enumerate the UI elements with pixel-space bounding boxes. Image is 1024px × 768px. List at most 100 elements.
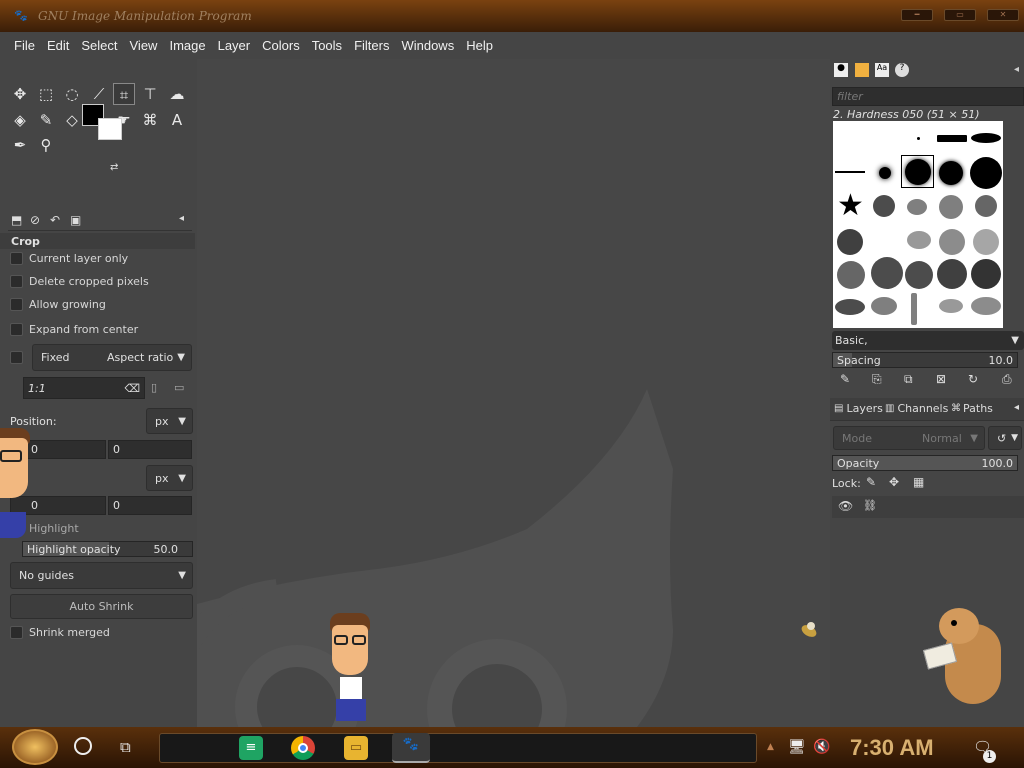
fonts-tab-icon[interactable]: Aa (875, 63, 889, 77)
lock-position-icon[interactable]: ✥ (889, 475, 899, 489)
menu-select[interactable]: Select (75, 38, 123, 53)
sheets-app-icon[interactable]: ≡ (239, 736, 263, 760)
menu-view[interactable]: View (124, 38, 164, 53)
menu-tools[interactable]: Tools (306, 38, 348, 53)
lock-alpha-icon[interactable]: ▦ (913, 475, 924, 489)
cartoon-character-image (326, 613, 374, 723)
paintbrush-tool-icon[interactable]: ✎ (35, 109, 57, 131)
swap-colors-icon[interactable]: ⇄ (110, 162, 118, 173)
shrink-merged-checkbox[interactable]: Shrink merged (10, 626, 110, 639)
undo-history-tab-icon[interactable]: ↶ (50, 213, 60, 227)
menu-colors[interactable]: Colors (256, 38, 306, 53)
menu-filters[interactable]: Filters (348, 38, 395, 53)
color-picker-tool-icon[interactable]: ✒ (9, 134, 31, 156)
allow-growing-checkbox[interactable]: Allow growing (10, 298, 106, 311)
menu-image[interactable]: Image (163, 38, 211, 53)
guides-combo[interactable]: No guides ▼ (10, 562, 193, 589)
lasso-tool-icon[interactable]: ◌ (61, 83, 83, 105)
zoom-tool-icon[interactable]: ⚲ (35, 134, 57, 156)
chrome-app-icon[interactable] (291, 736, 315, 760)
position-unit-combo[interactable]: px ▼ (146, 408, 193, 434)
brush-tag-combo[interactable]: Basic, ▼ (832, 331, 1024, 350)
patterns-tab-icon[interactable] (855, 63, 869, 77)
edit-brush-icon[interactable]: ✎ (840, 372, 850, 386)
chevron-down-icon: ▼ (178, 415, 186, 427)
delete-brush-icon[interactable]: ⊠ (936, 372, 946, 386)
position-y-field[interactable]: 0 (108, 440, 192, 459)
chain-link-icon[interactable]: ⛓ (863, 499, 877, 512)
help-tab-icon[interactable]: ? (895, 63, 909, 77)
search-icon[interactable] (74, 737, 92, 755)
portrait-icon[interactable]: ▯ (151, 381, 157, 394)
brushes-tab-icon[interactable]: ● (834, 63, 848, 77)
open-brush-icon[interactable]: ⎙ (1002, 372, 1012, 387)
paths-tool-icon[interactable]: ⌘ (139, 109, 161, 131)
wilber-watermark-icon (197, 389, 673, 727)
tab-channels-label: Channels (897, 402, 949, 415)
fixed-checkbox[interactable] (10, 351, 29, 364)
size-unit-combo[interactable]: px ▼ (146, 465, 193, 491)
size-y-field[interactable]: 0 (108, 496, 192, 515)
warp-tool-icon[interactable]: ☁ (166, 83, 188, 105)
tab-layers[interactable]: ▤ Layers (834, 402, 883, 415)
images-tab-icon[interactable]: ▣ (70, 213, 81, 227)
brush-filter-input[interactable]: filter (832, 87, 1024, 106)
menu-layer[interactable]: Layer (212, 38, 257, 53)
image-canvas[interactable] (197, 59, 830, 727)
clear-icon[interactable]: ⌫ (124, 382, 140, 395)
tab-paths[interactable]: ⌘ Paths (951, 402, 993, 415)
layer-opacity-slider[interactable]: Opacity 100.0 (832, 455, 1018, 471)
menu-windows[interactable]: Windows (395, 38, 460, 53)
layer-mode-reset-combo[interactable]: ↺ ▼ (988, 426, 1022, 450)
configure-tab-icon[interactable]: ◂ (1014, 402, 1019, 413)
brush-grid[interactable]: ★ (833, 121, 1003, 328)
refresh-brushes-icon[interactable]: ↻ (968, 372, 978, 386)
move-tool-icon[interactable]: ✥ (9, 83, 31, 105)
layer-mode-label: Mode (842, 431, 872, 445)
bucket-fill-tool-icon[interactable]: ◈ (9, 109, 31, 131)
brush-spacing-slider[interactable]: Spacing 10.0 (832, 352, 1018, 368)
delete-cropped-checkbox[interactable]: Delete cropped pixels (10, 275, 149, 288)
network-icon[interactable]: 🖥 (788, 739, 806, 755)
clock-time[interactable]: 7:30 AM (850, 735, 934, 761)
duplicate-brush-icon[interactable]: ⧉ (904, 372, 913, 387)
expand-center-checkbox[interactable]: Expand from center (10, 323, 138, 336)
fixed-label: Fixed (41, 351, 70, 364)
configure-tab-icon[interactable]: ◂ (179, 213, 184, 224)
current-layer-only-checkbox[interactable]: Current layer only (10, 252, 128, 265)
rect-select-tool-icon[interactable]: ⬚ (35, 83, 57, 105)
lock-pixels-icon[interactable]: ✎ (866, 475, 876, 489)
highlight-opacity-slider[interactable]: Highlight opacity 50.0 (22, 541, 193, 557)
close-button[interactable]: ✕ (987, 9, 1019, 21)
visibility-eye-icon[interactable]: 👁 (838, 499, 853, 513)
device-status-tab-icon[interactable]: ⊘ (30, 213, 40, 227)
eraser-tool-icon[interactable]: ◇ (61, 109, 83, 131)
aspect-ratio-input[interactable]: 1:1 ⌫ (23, 377, 145, 399)
auto-shrink-button[interactable]: Auto Shrink (10, 594, 193, 619)
minimize-button[interactable]: ━ (901, 9, 933, 21)
maximize-button[interactable]: ▭ (944, 9, 976, 21)
task-view-icon[interactable]: ⧉ (120, 738, 131, 756)
position-x-value: 0 (31, 443, 38, 456)
menu-edit[interactable]: Edit (41, 38, 75, 53)
expand-center-label: Expand from center (29, 323, 139, 336)
text-tool-icon[interactable]: A (166, 109, 188, 131)
gimp-app-icon[interactable]: 🐾 (392, 733, 430, 763)
fixed-aspect-combo[interactable]: Fixed Aspect ratio ▼ (32, 344, 192, 371)
show-hidden-icons-icon[interactable]: ▲ (767, 742, 774, 752)
menu-help[interactable]: Help (460, 38, 499, 53)
crop-tool-icon[interactable]: ⌗ (113, 83, 135, 105)
background-color-swatch[interactable] (98, 118, 122, 140)
new-brush-icon[interactable]: ⎘ (872, 372, 882, 387)
start-menu-button[interactable] (12, 729, 58, 765)
volume-muted-icon[interactable]: 🔇 (813, 739, 830, 755)
fuzzy-select-tool-icon[interactable]: ⟋ (88, 83, 110, 105)
layer-mode-combo[interactable]: Mode Normal ▼ (833, 426, 985, 450)
tool-options-tab-icon[interactable]: ⬒ (11, 213, 22, 227)
menu-file[interactable]: File (8, 38, 41, 53)
transform-tool-icon[interactable]: ⊤ (139, 83, 161, 105)
landscape-icon[interactable]: ▭ (174, 381, 184, 394)
file-explorer-app-icon[interactable]: ▭ (344, 736, 368, 760)
configure-tab-icon[interactable]: ◂ (1014, 64, 1019, 75)
tab-channels[interactable]: ▥ Channels (885, 402, 948, 415)
